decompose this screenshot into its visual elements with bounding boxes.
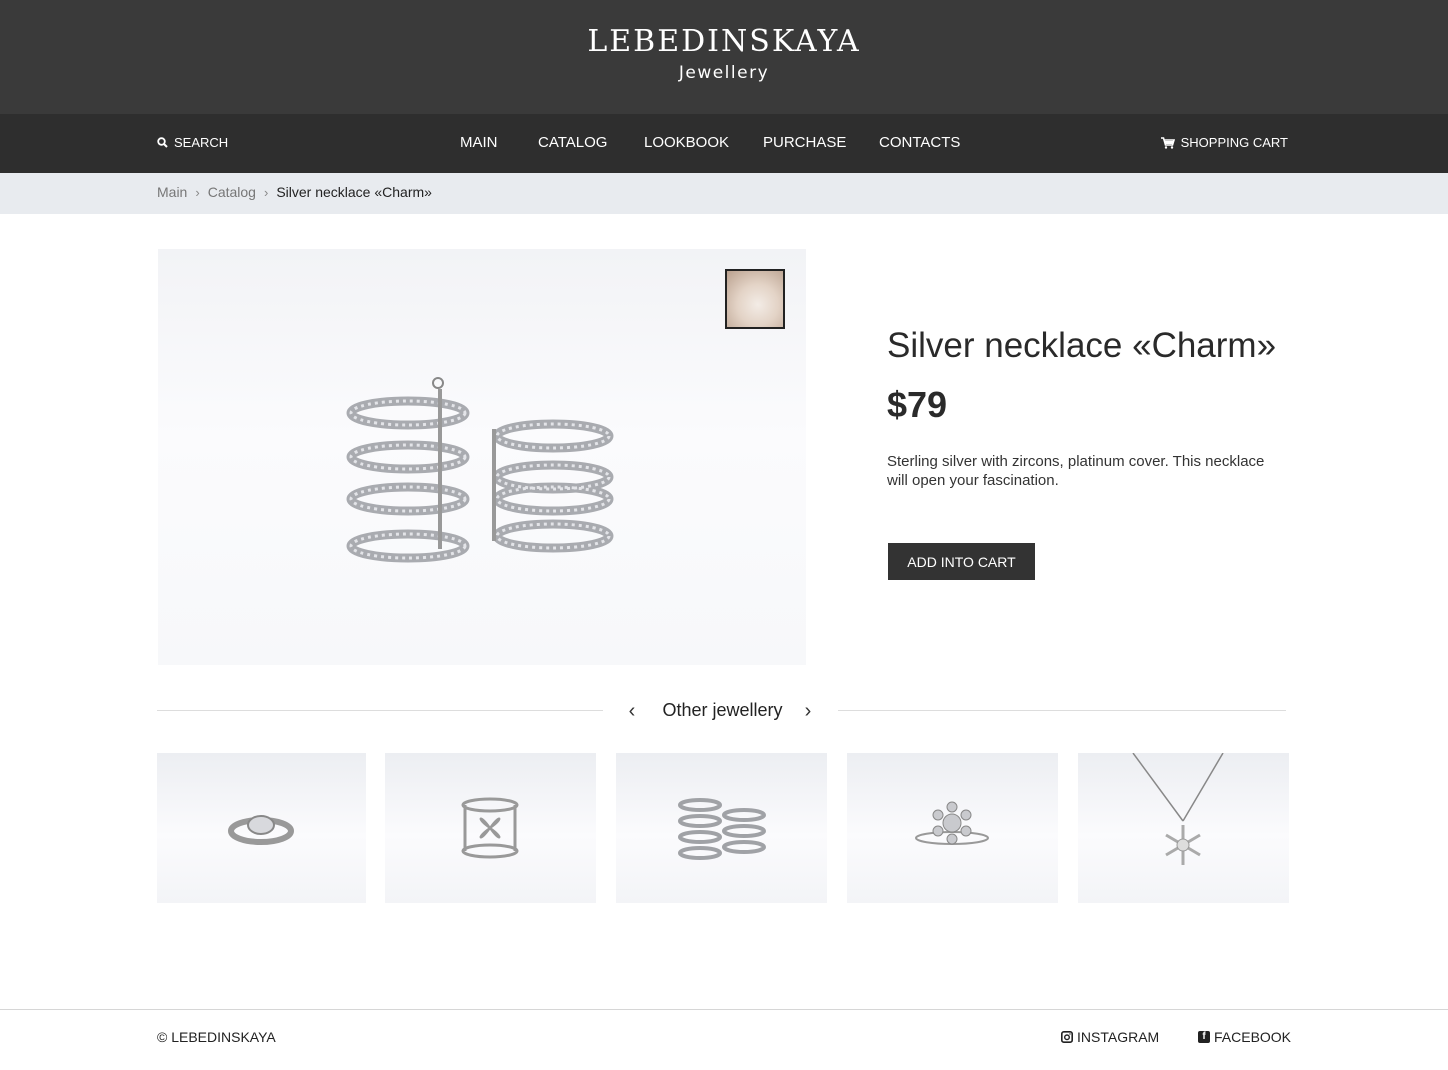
- nav-item-catalog[interactable]: CATALOG: [538, 134, 607, 151]
- footer-divider: [0, 1009, 1448, 1010]
- breadcrumb-current: Silver necklace «Charm»: [276, 184, 432, 200]
- ring-icon: [228, 815, 294, 845]
- product-title: Silver necklace «Charm»: [887, 326, 1277, 365]
- breadcrumb-catalog[interactable]: Catalog: [208, 184, 256, 200]
- ring-icon: [461, 797, 519, 859]
- chevron-right-icon: ›: [195, 184, 200, 200]
- chevron-left-icon[interactable]: ‹: [625, 700, 639, 723]
- footer-copyright: © LEBEDINSKAYA: [157, 1029, 276, 1045]
- necklace-thumbnail[interactable]: [725, 269, 785, 329]
- chevron-right-icon[interactable]: ›: [801, 700, 815, 723]
- nav-item-purchase[interactable]: PURCHASE: [763, 134, 846, 151]
- breadcrumb-main[interactable]: Main: [157, 184, 187, 200]
- section-divider-right: [838, 710, 1286, 711]
- nav-item-main[interactable]: MAIN: [460, 134, 498, 151]
- ring-icon: [915, 801, 989, 845]
- instagram-link[interactable]: INSTAGRAM: [1061, 1029, 1159, 1045]
- necklace-icon: [1132, 753, 1224, 865]
- breadcrumb: Main › Catalog › Silver necklace «Charm»: [0, 173, 1448, 214]
- logo[interactable]: LEBEDINSKAYA Jewellery: [0, 24, 1448, 84]
- main-navbar: SEARCH MAIN CATALOG LOOKBOOK PURCHASE CO…: [0, 114, 1448, 173]
- cart-icon: [1160, 136, 1175, 149]
- gallery-item-ring-solitaire[interactable]: [157, 753, 366, 903]
- gallery-item-ring-snowflake[interactable]: [847, 753, 1058, 903]
- shopping-cart-link[interactable]: SHOPPING CART: [1160, 135, 1288, 150]
- ring-image-icon: [346, 377, 614, 563]
- chevron-right-icon: ›: [263, 184, 269, 200]
- logo-title: LEBEDINSKAYA: [587, 24, 861, 59]
- product-price: $79: [887, 384, 948, 425]
- cart-label: SHOPPING CART: [1180, 135, 1288, 150]
- logo-subtitle: Jewellery: [678, 63, 770, 83]
- gallery-item-ring-multi-band[interactable]: [616, 753, 827, 903]
- instagram-label: INSTAGRAM: [1077, 1029, 1160, 1045]
- gallery-item-necklace-snowflake[interactable]: [1078, 753, 1289, 903]
- instagram-icon: [1061, 1031, 1073, 1043]
- facebook-icon: f: [1198, 1031, 1210, 1043]
- gallery-item-ring-infinity[interactable]: [385, 753, 596, 903]
- facebook-label: FACEBOOK: [1214, 1029, 1292, 1045]
- section-divider-left: [157, 710, 603, 711]
- site-header: LEBEDINSKAYA Jewellery: [0, 0, 1448, 114]
- other-jewellery-title: Other jewellery: [662, 700, 783, 720]
- facebook-link[interactable]: f FACEBOOK: [1198, 1029, 1291, 1045]
- product-image[interactable]: [158, 249, 806, 665]
- nav-item-lookbook[interactable]: LOOKBOOK: [644, 134, 729, 151]
- add-to-cart-button[interactable]: ADD INTO CART: [888, 543, 1035, 580]
- ring-icon: [678, 798, 766, 860]
- product-description: Sterling silver with zircons, platinum c…: [887, 453, 1265, 489]
- nav-item-contacts[interactable]: CONTACTS: [879, 134, 960, 151]
